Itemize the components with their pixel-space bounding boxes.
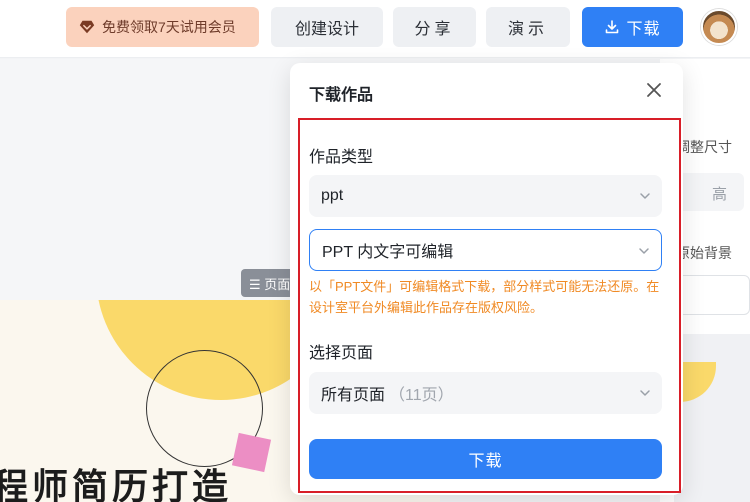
download-button[interactable]: 下载 bbox=[582, 7, 683, 47]
top-toolbar: 免费领取7天试用会员 创建设计 分享 演示 下载 bbox=[0, 0, 750, 58]
height-label: 高 bbox=[712, 186, 728, 203]
resize-label[interactable]: 调整尺寸 bbox=[676, 137, 732, 157]
file-format-select[interactable]: ppt bbox=[309, 175, 662, 217]
original-background-label[interactable]: 原始背景 bbox=[676, 243, 732, 263]
dialog-title: 下载作品 bbox=[309, 87, 374, 104]
background-select[interactable] bbox=[674, 275, 750, 315]
file-format-value: ppt bbox=[321, 187, 344, 204]
create-design-button[interactable]: 创建设计 bbox=[271, 7, 383, 47]
free-trial-vip-label: 免费领取7天试用会员 bbox=[102, 19, 236, 35]
chevron-down-icon bbox=[640, 390, 650, 396]
present-button[interactable]: 演示 bbox=[486, 7, 570, 47]
pages-select[interactable]: 所有页面 （11页） bbox=[309, 372, 662, 414]
select-pages-label: 选择页面 bbox=[309, 345, 374, 362]
edit-mode-select[interactable]: PPT 内文字可编辑 bbox=[309, 229, 662, 271]
edit-mode-value: PPT 内文字可编辑 bbox=[322, 244, 454, 261]
format-warning-text: 以「PPT文件」可编辑格式下载，部分样式可能无法还原。在设计室平台外编辑此作品存… bbox=[309, 279, 660, 315]
slide-title: 程师简历打造 bbox=[0, 466, 233, 502]
user-avatar[interactable] bbox=[701, 9, 737, 45]
share-button[interactable]: 分享 bbox=[393, 7, 476, 47]
free-trial-vip-button[interactable]: 免费领取7天试用会员 bbox=[66, 7, 259, 47]
download-dialog: 下载作品 作品类型 ppt PPT 内文字可编辑 以「PPT文件」可编辑格式下载… bbox=[290, 63, 683, 495]
diamond-heart-icon bbox=[79, 20, 95, 34]
pink-square-shape bbox=[231, 432, 272, 473]
close-icon[interactable] bbox=[644, 80, 664, 100]
chevron-down-icon bbox=[639, 248, 649, 254]
pages-count: （11页） bbox=[389, 387, 454, 404]
confirm-download-button[interactable]: 下载 bbox=[309, 439, 662, 479]
download-icon bbox=[606, 20, 619, 34]
work-type-label: 作品类型 bbox=[309, 149, 374, 166]
page-thumbnail[interactable] bbox=[674, 334, 750, 502]
page-menu-tag[interactable]: ☰ 页面 bbox=[241, 269, 297, 297]
download-button-label: 下载 bbox=[626, 21, 661, 38]
thumbnail-shape bbox=[680, 362, 716, 402]
pages-value: 所有页面 bbox=[321, 387, 386, 404]
height-field[interactable] bbox=[674, 173, 744, 211]
chevron-down-icon bbox=[640, 193, 650, 199]
